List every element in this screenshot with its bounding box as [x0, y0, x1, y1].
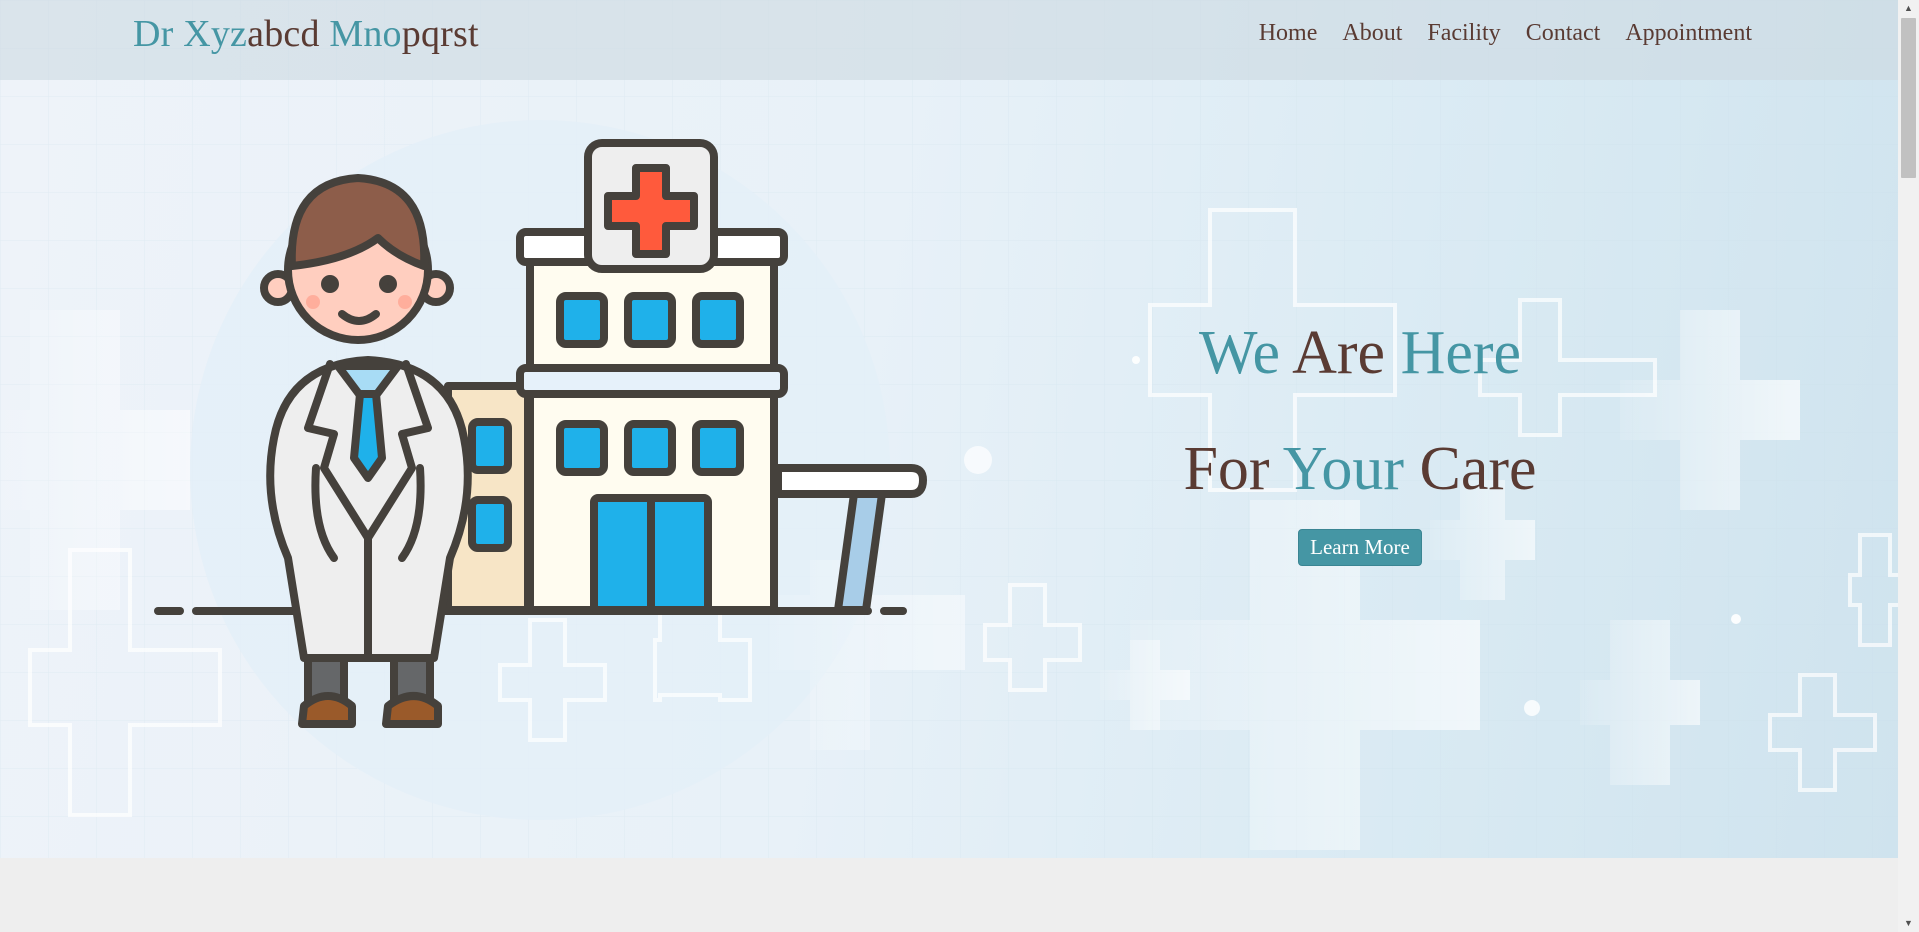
brand-part-4: Mno [329, 13, 402, 55]
nav-link-appointment[interactable]: Appointment [1625, 20, 1752, 47]
top-navbar: Dr Xyzabcd Mnopqrst Home About Facility … [0, 0, 1898, 80]
nav-link-home[interactable]: Home [1259, 20, 1318, 47]
nav-menu: Home About Facility Contact Appointment [1259, 20, 1752, 47]
hero-word-here: Here [1400, 319, 1522, 387]
hero-word-your: Your [1282, 435, 1420, 503]
brand-part-2: Xyz [183, 13, 248, 55]
brand-part-5: pqrst [401, 13, 479, 55]
learn-more-button[interactable]: Learn More [1298, 529, 1422, 566]
hero-heading-line-1: We Are Here [1140, 295, 1580, 411]
hero-word-are: Are [1292, 319, 1401, 387]
hero-text-block: We Are Here For Your Care Learn More [1140, 295, 1580, 566]
hero-section: Dr Xyzabcd Mnopqrst Home About Facility … [0, 0, 1898, 858]
brand-part-1: Dr [133, 13, 184, 55]
brand-logo[interactable]: Dr Xyzabcd Mnopqrst [133, 12, 479, 56]
hero-word-for: For [1183, 435, 1283, 503]
page-scrollbar[interactable]: ▲ ▼ [1898, 0, 1919, 932]
nav-link-facility[interactable]: Facility [1427, 20, 1500, 47]
scroll-down-arrow-icon[interactable]: ▼ [1898, 915, 1919, 932]
scrollbar-thumb[interactable] [1901, 18, 1916, 178]
hero-heading-line-2: For Your Care [1140, 411, 1580, 527]
hero-word-care: Care [1419, 435, 1537, 503]
hero-word-we: We [1198, 319, 1293, 387]
doctor-hospital-illustration [154, 139, 927, 728]
scroll-up-arrow-icon[interactable]: ▲ [1898, 0, 1919, 17]
nav-link-contact[interactable]: Contact [1526, 20, 1601, 47]
nav-link-about[interactable]: About [1342, 20, 1402, 47]
brand-part-3: abcd [247, 13, 330, 55]
